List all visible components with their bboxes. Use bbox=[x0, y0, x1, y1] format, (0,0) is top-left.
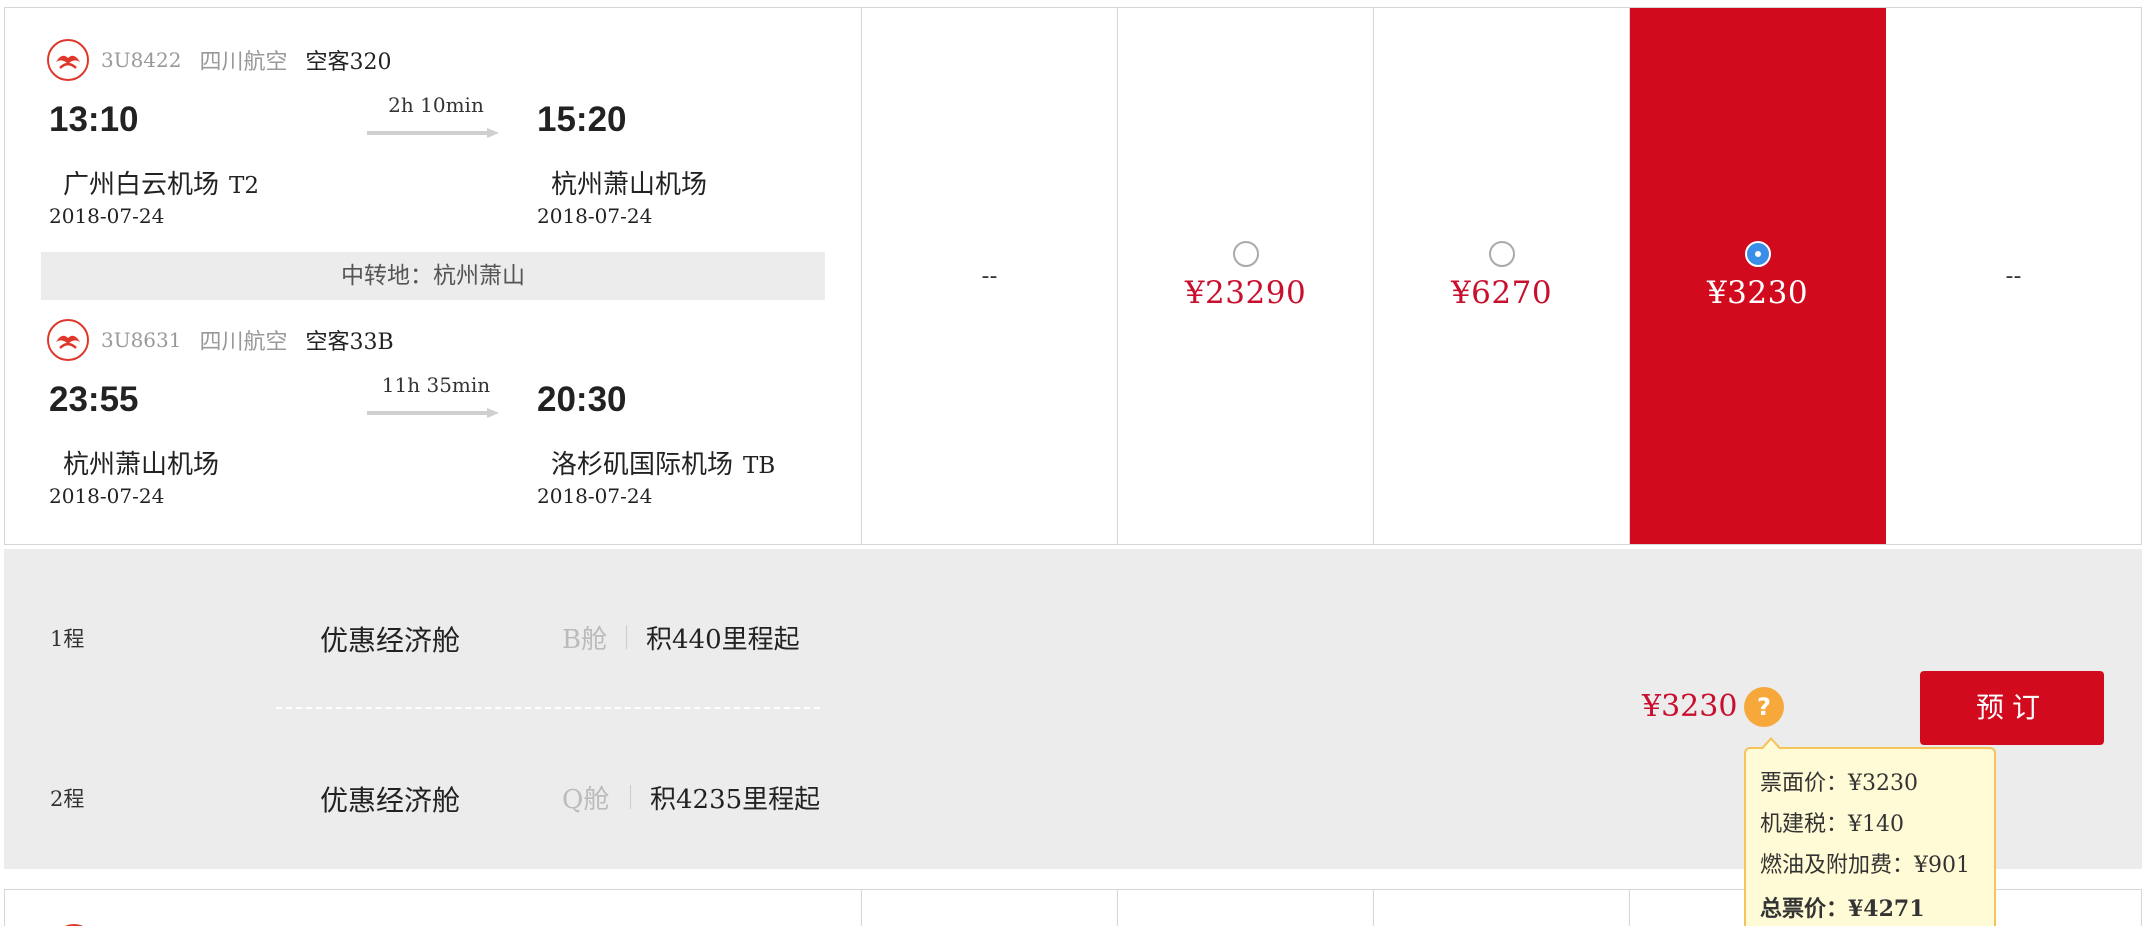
fare-column bbox=[862, 890, 1118, 926]
fare-column-2[interactable]: ¥23290 bbox=[1118, 8, 1374, 544]
fare-unavailable: -- bbox=[2005, 263, 2022, 289]
departure-date: 2018-07-24 bbox=[49, 204, 165, 228]
airline-name: 四川航空 bbox=[199, 50, 288, 75]
departure-time: 23:55 bbox=[49, 380, 139, 419]
flight-number: 3U8631 bbox=[101, 328, 182, 352]
departure-airport: 杭州萧山机场 bbox=[63, 444, 219, 481]
flight-duration: 11h 35min bbox=[381, 373, 491, 397]
departure-airport: 广州白云机场 T2 bbox=[63, 164, 259, 201]
fare-column bbox=[1118, 890, 1374, 926]
selected-price: ¥3230 bbox=[1642, 689, 1738, 724]
fare-radio[interactable] bbox=[1488, 241, 1515, 267]
book-button[interactable]: 预订 bbox=[1920, 671, 2104, 745]
fare-price: ¥23290 bbox=[1184, 275, 1307, 311]
flight-segment-1: 3U8422 四川航空 空客320 13:10 2h 10min 15:20 广… bbox=[5, 38, 862, 278]
departure-airport-name: 杭州萧山机场 bbox=[63, 450, 220, 480]
leg-label: 1程 bbox=[50, 627, 85, 651]
aircraft-type[interactable]: 空客33B bbox=[306, 324, 394, 356]
tooltip-total: 总票价：¥4271 bbox=[1760, 896, 1925, 922]
leg-row-1: 1程 优惠经济舱 B舱 积440里程起 bbox=[4, 609, 864, 669]
leg-label: 2程 bbox=[50, 787, 85, 811]
arrival-terminal: TB bbox=[743, 453, 776, 479]
segment-header: 3U8631 四川航空 空客33B bbox=[47, 318, 394, 362]
leg-row-2: 2程 优惠经济舱 Q舱 积4235里程起 bbox=[4, 769, 864, 829]
fare-price: ¥6270 bbox=[1450, 275, 1553, 311]
fare-radio-selected[interactable] bbox=[1744, 241, 1771, 267]
departure-terminal: T2 bbox=[229, 173, 259, 199]
segment-header: 3U8422 四川航空 空客320 bbox=[47, 38, 392, 82]
tooltip-fare: 票面价：¥3230 bbox=[1760, 771, 1918, 796]
tooltip-fuel-surcharge: 燃油及附加费：¥901 bbox=[1760, 853, 1970, 878]
departure-date: 2018-07-24 bbox=[49, 484, 165, 508]
flight-result-row: 3U8422 四川航空 空客320 13:10 2h 10min 15:20 广… bbox=[4, 7, 2142, 545]
airline-logo-icon bbox=[47, 319, 89, 361]
airline-name: 四川航空 bbox=[199, 330, 288, 355]
arrival-airport-name: 洛杉矶国际机场 bbox=[551, 450, 734, 480]
fare-columns: -- ¥23290 ¥6270 ¥3230 -- bbox=[862, 8, 2141, 544]
arrow-right-icon bbox=[367, 408, 499, 418]
miles-earn: 积440里程起 bbox=[646, 625, 800, 655]
flight-info: 3U8422 四川航空 空客320 13:10 2h 10min 15:20 广… bbox=[5, 8, 862, 544]
cabin-class: B舱 bbox=[562, 625, 608, 655]
arrow-right-icon bbox=[367, 128, 499, 138]
cabin-name: 优惠经济舱 bbox=[320, 784, 461, 817]
cabin-class: Q舱 bbox=[562, 785, 610, 815]
fare-column-5: -- bbox=[1886, 8, 2141, 544]
tooltip-airport-tax: 机建税：¥140 bbox=[1760, 812, 1904, 837]
question-icon[interactable]: ? bbox=[1744, 687, 1784, 727]
arrival-airport-name: 杭州萧山机场 bbox=[551, 170, 708, 200]
fare-column-4-selected[interactable]: ¥3230 bbox=[1630, 8, 1886, 544]
price-breakdown-tooltip: 票面价：¥3230 机建税：¥140 燃油及附加费：¥901 总票价：¥4271 bbox=[1744, 737, 1996, 926]
arrival-date: 2018-07-24 bbox=[537, 484, 653, 508]
leg-divider bbox=[276, 707, 820, 709]
arrival-time: 20:30 bbox=[537, 380, 627, 419]
arrival-date: 2018-07-24 bbox=[537, 204, 653, 228]
flight-duration: 2h 10min bbox=[388, 93, 484, 117]
flight-info bbox=[5, 890, 862, 926]
aircraft-type[interactable]: 空客320 bbox=[306, 44, 392, 76]
arrival-airport: 洛杉矶国际机场 TB bbox=[551, 444, 775, 481]
flight-segment-2: 3U8631 四川航空 空客33B 23:55 11h 35min 20:30 … bbox=[5, 318, 862, 558]
fare-unavailable: -- bbox=[981, 263, 998, 289]
miles-earn: 积4235里程起 bbox=[650, 785, 821, 815]
departure-airport-name: 广州白云机场 bbox=[63, 170, 220, 200]
departure-time: 13:10 bbox=[49, 100, 139, 139]
divider bbox=[630, 785, 631, 809]
arrival-time: 15:20 bbox=[537, 100, 627, 139]
fare-column-3[interactable]: ¥6270 bbox=[1374, 8, 1630, 544]
divider bbox=[626, 625, 627, 649]
fare-column bbox=[1374, 890, 1630, 926]
flight-number: 3U8422 bbox=[101, 48, 182, 72]
airline-logo-icon bbox=[47, 39, 89, 81]
fare-radio[interactable] bbox=[1232, 241, 1259, 267]
arrival-airport: 杭州萧山机场 bbox=[551, 164, 707, 201]
transfer-info: 中转地：杭州萧山 bbox=[41, 252, 825, 300]
fare-column-1: -- bbox=[862, 8, 1118, 544]
cabin-name: 优惠经济舱 bbox=[320, 624, 461, 657]
fare-price: ¥3230 bbox=[1706, 275, 1809, 311]
